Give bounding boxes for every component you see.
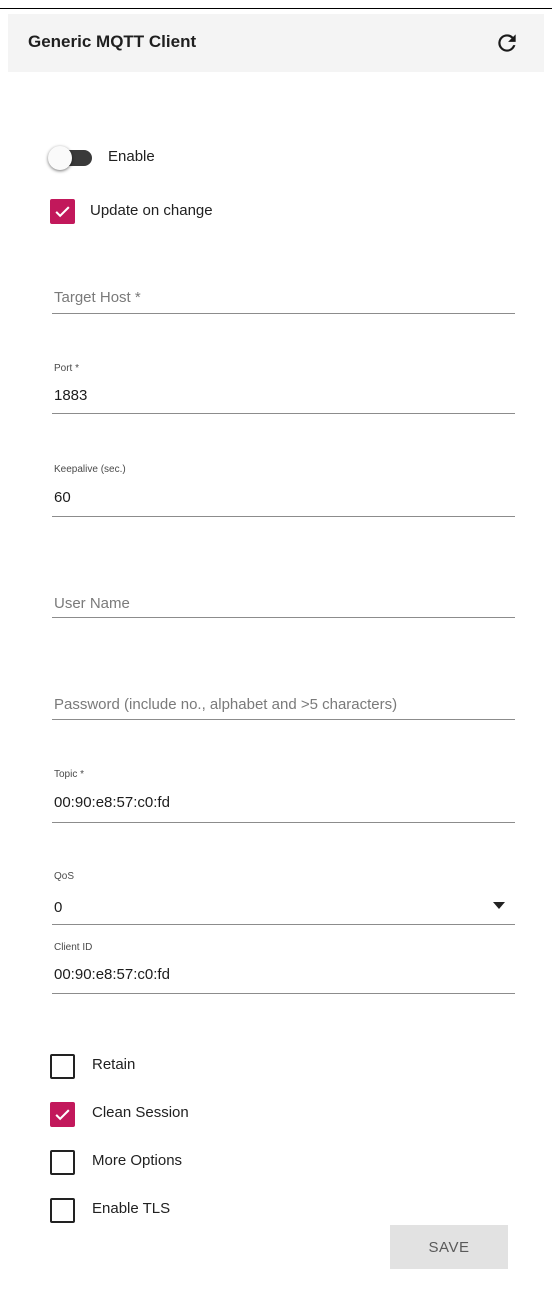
client-id-value: 00:90:e8:57:c0:fd [54, 966, 170, 983]
field-underline [52, 822, 515, 823]
toggle-thumb [48, 146, 72, 170]
dropdown-arrow-icon [493, 902, 505, 909]
field-underline [52, 993, 515, 994]
port-label: Port * [54, 363, 80, 374]
update-on-change-label: Update on change [90, 202, 213, 219]
topic-value: 00:90:e8:57:c0:fd [54, 794, 170, 811]
client-id-label: Client ID [54, 942, 93, 953]
field-underline [52, 924, 515, 925]
target-host-placeholder: Target Host * [54, 289, 141, 306]
clean-session-checkbox[interactable] [50, 1102, 75, 1127]
password-field[interactable]: Password (include no., alphabet and >5 c… [52, 688, 515, 724]
retain-checkbox[interactable] [50, 1054, 75, 1079]
enable-toggle[interactable] [48, 146, 94, 170]
app-header: Generic MQTT Client [8, 14, 544, 72]
more-options-label: More Options [92, 1152, 183, 1169]
refresh-icon [498, 34, 516, 52]
field-underline [52, 617, 515, 618]
qos-label: QoS [54, 871, 75, 882]
port-value: 1883 [54, 387, 88, 404]
checkmark-icon [55, 1109, 70, 1121]
page-title: Generic MQTT Client [28, 32, 197, 51]
field-underline [52, 516, 515, 517]
client-id-field[interactable]: Client ID 00:90:e8:57:c0:fd [52, 939, 515, 997]
port-field[interactable]: Port * 1883 [52, 360, 515, 416]
more-options-checkbox[interactable] [50, 1150, 75, 1175]
keepalive-label: Keepalive (sec.) [54, 464, 126, 475]
retain-label: Retain [92, 1056, 136, 1073]
keepalive-field[interactable]: Keepalive (sec.) 60 [52, 461, 515, 519]
field-underline [52, 413, 515, 414]
enable-label: Enable [108, 148, 155, 165]
topic-field[interactable]: Topic * 00:90:e8:57:c0:fd [52, 766, 515, 826]
field-underline [52, 313, 515, 314]
save-button[interactable]: SAVE [390, 1225, 508, 1269]
target-host-field[interactable]: Target Host * [52, 280, 515, 316]
user-name-field[interactable]: User Name [52, 586, 515, 622]
field-underline [52, 719, 515, 720]
enable-tls-label: Enable TLS [92, 1200, 171, 1217]
top-border [0, 8, 552, 9]
enable-tls-checkbox[interactable] [50, 1198, 75, 1223]
refresh-button[interactable] [494, 30, 520, 56]
update-on-change-checkbox[interactable] [50, 199, 75, 224]
checkmark-icon [55, 206, 70, 218]
password-placeholder: Password (include no., alphabet and >5 c… [54, 696, 398, 713]
qos-select[interactable]: QoS 0 [52, 868, 515, 926]
clean-session-label: Clean Session [92, 1104, 189, 1121]
qos-value: 0 [54, 899, 63, 916]
topic-label: Topic * [54, 769, 85, 780]
user-name-placeholder: User Name [54, 595, 130, 612]
keepalive-value: 60 [54, 489, 71, 506]
